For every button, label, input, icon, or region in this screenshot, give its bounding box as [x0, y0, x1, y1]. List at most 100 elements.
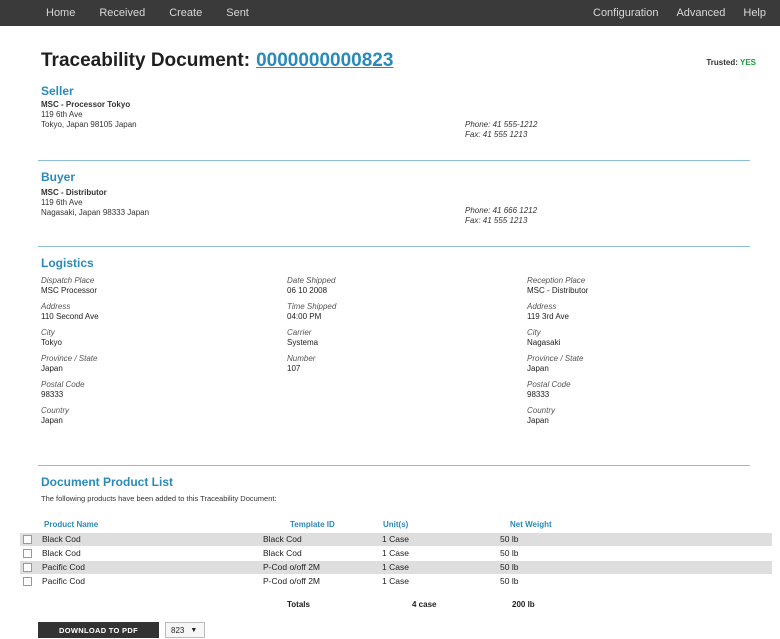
cell-template-id: Black Cod — [263, 534, 302, 544]
field-value: Japan — [41, 416, 63, 425]
total-weight: 200 lb — [512, 600, 535, 609]
cell-units: 1 Case — [382, 534, 409, 544]
dispatch-column: Dispatch Place MSC Processor Address 110… — [41, 276, 99, 432]
divider — [38, 465, 750, 466]
column-header-net-weight[interactable]: Net Weight — [510, 520, 552, 529]
cell-net-weight: 50 lb — [500, 548, 519, 558]
field-label: Number — [287, 354, 316, 363]
field-value: 98333 — [527, 390, 550, 399]
table-row[interactable]: Pacific Cod P-Cod o/off 2M 1 Case 50 lb — [20, 561, 772, 574]
seller-street: 119 6th Ave — [41, 110, 83, 119]
product-list-intro: The following products have been added t… — [41, 494, 277, 503]
divider — [38, 246, 750, 247]
download-pdf-button[interactable]: DOWNLOAD TO PDF — [38, 622, 159, 638]
logistics-heading: Logistics — [41, 256, 94, 270]
field-value: 110 Second Ave — [41, 312, 99, 321]
field-value: MSC Processor — [41, 286, 98, 295]
divider — [38, 160, 750, 161]
row-checkbox[interactable] — [23, 535, 32, 544]
buyer-heading: Buyer — [41, 170, 76, 184]
field-value: Systema — [287, 338, 319, 347]
seller-heading: Seller — [41, 84, 74, 98]
seller-name: MSC - Processor Tokyo — [41, 100, 131, 109]
cell-product-name: Black Cod — [42, 534, 81, 544]
field-label: Carrier — [287, 328, 312, 337]
cell-product-name: Pacific Cod — [42, 576, 85, 586]
page-title-text: Traceability Document: — [41, 50, 251, 71]
buyer-contact: Phone: 41 666 1212 Fax: 41 555 1213 — [465, 206, 537, 226]
field-label: Address — [41, 302, 71, 311]
trusted-status: Trusted: YES — [706, 58, 756, 67]
cell-units: 1 Case — [382, 548, 409, 558]
field-label: Reception Place — [527, 276, 586, 285]
field-value: 119 3rd Ave — [527, 312, 569, 321]
page-title: Traceability Document: 0000000000823 — [41, 50, 393, 72]
field-label: Dispatch Place — [41, 276, 95, 285]
nav-advanced[interactable]: Advanced — [676, 7, 725, 19]
buyer-phone: Phone: 41 666 1212 — [465, 206, 538, 215]
trusted-label: Trusted: — [706, 58, 738, 67]
row-checkbox[interactable] — [23, 577, 32, 586]
field-value: Tokyo — [41, 338, 62, 347]
nav-left: Home Received Create Sent — [46, 7, 273, 19]
trusted-value: YES — [739, 58, 756, 67]
buyer-name: MSC - Distributor — [41, 188, 107, 197]
top-nav-bar: Home Received Create Sent Configuration … — [0, 0, 780, 26]
nav-create[interactable]: Create — [169, 7, 202, 19]
chevron-down-icon: ▼ — [190, 626, 198, 634]
reception-column: Reception Place MSC - Distributor Addres… — [527, 276, 588, 432]
product-list-heading: Document Product List — [41, 475, 174, 489]
field-value: 06 10 2008 — [287, 286, 328, 295]
totals-label: Totals — [287, 600, 310, 609]
cell-net-weight: 50 lb — [500, 534, 519, 544]
cell-net-weight: 50 lb — [500, 562, 519, 572]
nav-right: Configuration Advanced Help — [575, 7, 766, 19]
field-label: Address — [527, 302, 557, 311]
field-value: 107 — [287, 364, 301, 373]
table-row[interactable]: Black Cod Black Cod 1 Case 50 lb — [20, 547, 772, 560]
buyer-city: Nagasaki, Japan 98333 Japan — [41, 208, 150, 217]
row-checkbox[interactable] — [23, 549, 32, 558]
column-header-template-id[interactable]: Template ID — [290, 520, 335, 529]
table-row[interactable]: Pacific Cod P-Cod o/off 2M 1 Case 50 lb — [20, 575, 772, 588]
cell-product-name: Black Cod — [42, 548, 81, 558]
seller-address: MSC - Processor Tokyo 119 6th Ave Tokyo,… — [41, 100, 137, 130]
cell-net-weight: 50 lb — [500, 576, 519, 586]
cell-template-id: P-Cod o/off 2M — [263, 562, 321, 572]
nav-received[interactable]: Received — [99, 7, 145, 19]
cell-units: 1 Case — [382, 562, 409, 572]
field-label: Date Shipped — [287, 276, 336, 285]
shipping-column: Date Shipped 06 10 2008 Time Shipped 04:… — [287, 276, 336, 380]
table-row[interactable]: Black Cod Black Cod 1 Case 50 lb — [20, 533, 772, 546]
nav-configuration[interactable]: Configuration — [593, 7, 658, 19]
document-select[interactable]: 823 ▼ — [165, 622, 205, 638]
nav-sent[interactable]: Sent — [226, 7, 249, 19]
cell-template-id: Black Cod — [263, 548, 302, 558]
cell-product-name: Pacific Cod — [42, 562, 85, 572]
row-checkbox[interactable] — [23, 563, 32, 572]
cell-template-id: P-Cod o/off 2M — [263, 576, 321, 586]
field-value: MSC - Distributor — [527, 286, 589, 295]
field-value: Japan — [41, 364, 63, 373]
field-label: Province / State — [527, 354, 584, 363]
seller-fax: Fax: 41 555 1213 — [465, 130, 528, 139]
field-label: Postal Code — [41, 380, 85, 389]
field-label: Time Shipped — [287, 302, 337, 311]
cell-units: 1 Case — [382, 576, 409, 586]
nav-help[interactable]: Help — [743, 7, 766, 19]
column-header-units[interactable]: Unit(s) — [383, 520, 408, 529]
field-label: City — [527, 328, 541, 337]
field-label: Province / State — [41, 354, 98, 363]
document-select-value: 823 — [171, 625, 185, 635]
field-label: City — [41, 328, 55, 337]
column-header-product-name[interactable]: Product Name — [44, 520, 98, 529]
field-value: 98333 — [41, 390, 64, 399]
field-label: Postal Code — [527, 380, 571, 389]
document-number-link[interactable]: 0000000000823 — [256, 50, 393, 71]
nav-home[interactable]: Home — [46, 7, 75, 19]
field-value: 04:00 PM — [287, 312, 322, 321]
seller-contact: Phone: 41 555-1212 Fax: 41 555 1213 — [465, 120, 538, 140]
total-units: 4 case — [412, 600, 437, 609]
field-label: Country — [41, 406, 70, 415]
field-value: Japan — [527, 364, 549, 373]
